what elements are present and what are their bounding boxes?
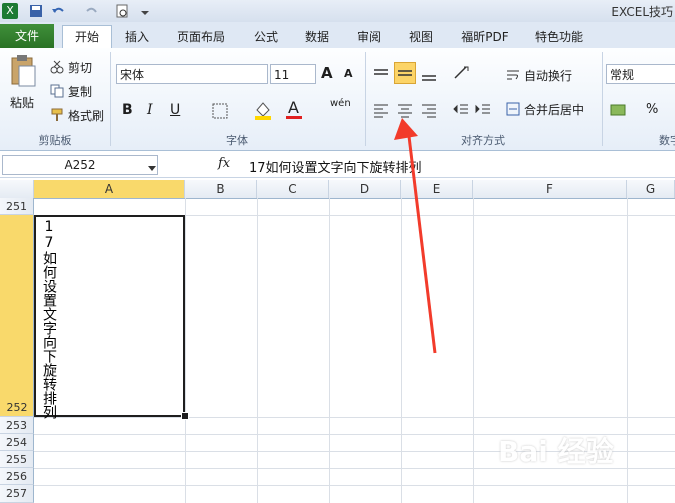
group-label-number: 数字: [659, 134, 675, 147]
increase-indent-icon[interactable]: [474, 102, 492, 121]
fill-color-icon[interactable]: [254, 100, 272, 123]
tab-data[interactable]: 数据: [294, 26, 340, 48]
italic-button[interactable]: I: [147, 102, 153, 118]
undo-icon[interactable]: [50, 3, 66, 19]
row-header-251[interactable]: 251: [0, 198, 34, 215]
fill-handle[interactable]: [181, 412, 189, 420]
row-header-254[interactable]: 254: [0, 434, 34, 451]
ribbon-tabs: 文件 开始 插入 页面布局 公式 数据 审阅 视图 福昕PDF 特色功能: [0, 22, 675, 49]
tab-review[interactable]: 审阅: [346, 26, 392, 48]
print-preview-icon[interactable]: [114, 3, 130, 19]
paste-button[interactable]: 粘贴: [10, 94, 34, 111]
tab-foxit-pdf[interactable]: 福昕PDF: [452, 26, 518, 48]
select-all-corner[interactable]: [0, 180, 34, 198]
title-bar: X EXCEL技巧: [0, 0, 675, 23]
number-format-select[interactable]: 常规: [606, 64, 675, 84]
column-header-a[interactable]: A: [34, 180, 185, 198]
tab-view[interactable]: 视图: [398, 26, 444, 48]
row-header-252[interactable]: 252: [0, 215, 34, 417]
gridline: [34, 417, 675, 418]
annotation-arrow-icon: [394, 118, 437, 354]
top-align-icon[interactable]: [372, 66, 390, 85]
column-header-g[interactable]: G: [627, 180, 675, 198]
underline-button[interactable]: U: [170, 102, 180, 118]
chevron-down-icon[interactable]: [148, 161, 156, 175]
window-title: EXCEL技巧: [611, 5, 673, 19]
merge-center-button[interactable]: 合并后居中: [524, 101, 584, 118]
font-color-button[interactable]: A: [288, 98, 299, 117]
gridline: [329, 198, 330, 503]
format-painter-button[interactable]: 格式刷: [68, 107, 104, 124]
column-headers: A B C D E F G: [0, 180, 675, 199]
tab-formulas[interactable]: 公式: [243, 26, 289, 48]
group-label-font: 字体: [226, 134, 248, 147]
wrap-text-button[interactable]: 自动换行: [524, 67, 572, 84]
middle-align-icon[interactable]: [394, 62, 416, 84]
font-color-bar: [286, 116, 302, 119]
row-header-255[interactable]: 255: [0, 451, 34, 468]
tab-special-features[interactable]: 特色功能: [526, 26, 592, 48]
row-header-257[interactable]: 257: [0, 485, 34, 503]
excel-logo-icon: X: [2, 3, 18, 19]
tab-page-layout[interactable]: 页面布局: [166, 26, 236, 48]
bold-button[interactable]: B: [122, 102, 133, 118]
border-icon[interactable]: [212, 103, 228, 122]
tab-insert[interactable]: 插入: [114, 26, 160, 48]
group-label-clipboard: 剪贴板: [38, 134, 72, 147]
bottom-align-icon[interactable]: [420, 66, 438, 85]
divider: [602, 52, 603, 146]
orientation-icon[interactable]: [452, 64, 474, 85]
cut-button[interactable]: 剪切: [68, 59, 92, 76]
insert-function-button[interactable]: fx: [218, 156, 230, 171]
decrease-indent-icon[interactable]: [452, 102, 470, 121]
tab-file[interactable]: 文件: [0, 24, 54, 48]
shrink-font-button[interactable]: A: [344, 67, 353, 80]
row-header-256[interactable]: 256: [0, 468, 34, 485]
copy-icon: [50, 84, 64, 101]
watermark: Bai 经验: [498, 435, 614, 468]
column-header-f[interactable]: F: [473, 180, 627, 198]
customize-quick-access-icon[interactable]: [140, 3, 156, 19]
ribbon: 粘贴 剪切 复制 格式刷 剪贴板 宋体 11 A A B I U A wén 字…: [0, 48, 675, 151]
cell-a252-text: 17如何设置文字向下旋转排列: [41, 219, 57, 419]
copy-button[interactable]: 复制: [68, 83, 92, 100]
font-size-select[interactable]: 11: [270, 64, 316, 84]
scissors-icon: [50, 60, 64, 77]
formula-bar: A252 fx 17如何设置文字向下旋转排列: [0, 153, 675, 178]
paste-icon[interactable]: [8, 54, 38, 93]
phonetic-button[interactable]: wén: [330, 98, 351, 109]
cell-a252[interactable]: 17如何设置文字向下旋转排列: [34, 215, 185, 419]
font-name-select[interactable]: 宋体: [116, 64, 268, 84]
row-header-253[interactable]: 253: [0, 417, 34, 434]
gridline: [185, 198, 186, 503]
column-header-b[interactable]: B: [185, 180, 257, 198]
currency-icon[interactable]: [610, 102, 628, 121]
gridline: [34, 485, 675, 486]
column-header-c[interactable]: C: [257, 180, 329, 198]
grow-font-button[interactable]: A: [321, 64, 333, 82]
name-box[interactable]: A252: [2, 155, 158, 175]
redo-icon[interactable]: [84, 3, 100, 19]
format-painter-icon: [50, 108, 64, 125]
percent-button[interactable]: %: [646, 102, 658, 117]
tab-home[interactable]: 开始: [62, 25, 112, 48]
gridline: [257, 198, 258, 503]
gridline: [473, 198, 474, 503]
merge-center-icon: [506, 102, 520, 119]
wrap-text-icon: [506, 68, 520, 85]
save-icon[interactable]: [28, 3, 44, 19]
row-number: 252: [6, 401, 28, 414]
gridline: [627, 198, 628, 503]
